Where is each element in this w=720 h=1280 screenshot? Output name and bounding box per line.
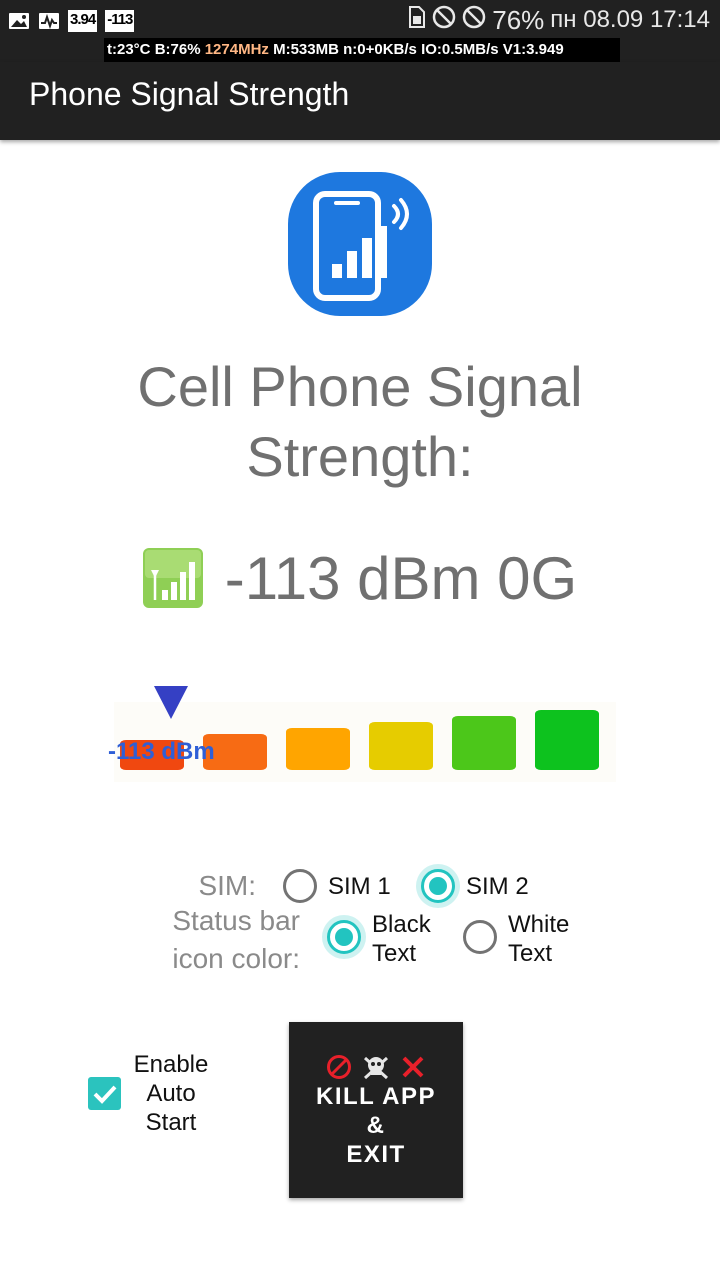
white-text-label[interactable]: White Text <box>508 910 588 968</box>
page-heading: Cell Phone Signal Strength: <box>137 355 583 488</box>
skull-crossbones-icon <box>362 1054 390 1084</box>
app-bar: Phone Signal Strength <box>0 62 720 140</box>
overlay-battery: B:76% <box>154 41 201 58</box>
meter-label: -113 dBm <box>108 738 215 765</box>
sim-label: SIM: <box>198 870 256 901</box>
white-text-radio[interactable] <box>463 920 497 954</box>
signal-badge: -113 <box>105 10 135 32</box>
app-logo-icon <box>288 172 432 316</box>
overlay-io: IO:0.5MB/s <box>421 41 499 58</box>
signal-reading-row: -113 dBm 0G <box>0 540 720 616</box>
signal-meter: -113 dBm <box>100 680 620 790</box>
blocked-icon <box>462 5 486 36</box>
sim2-label[interactable]: SIM 2 <box>466 872 529 901</box>
overlay-temp: t:23°C <box>107 41 151 58</box>
activity-icon <box>38 11 60 31</box>
sim1-label[interactable]: SIM 1 <box>328 872 391 901</box>
meter-bar-6 <box>535 710 599 770</box>
auto-start-checkbox[interactable] <box>88 1077 121 1110</box>
signal-reading: -113 dBm 0G <box>224 544 578 612</box>
cross-mark-icon <box>400 1054 426 1084</box>
do-not-disturb-icon <box>432 5 456 36</box>
sim-icon <box>406 5 426 36</box>
signal-bars-icon <box>142 548 203 608</box>
overlay-version: V1:3.949 <box>502 41 564 58</box>
icon-color-label: Status bar icon color: <box>172 905 300 974</box>
overlay-cpu: 1274MHz <box>204 41 269 58</box>
kill-app-exit-button[interactable]: KILL APP & EXIT <box>289 1022 463 1198</box>
overlay-network: n:0+0KB/s <box>343 41 417 58</box>
kill-icons <box>289 1054 463 1084</box>
overlay-memory: M:533MB <box>273 41 339 58</box>
meter-bar-4 <box>369 722 433 770</box>
battery-percent: 76% <box>492 4 545 35</box>
black-text-radio[interactable] <box>327 920 361 954</box>
prohibited-icon <box>326 1054 352 1084</box>
meter-bar-3 <box>286 728 350 770</box>
image-icon <box>8 11 30 31</box>
sim1-radio[interactable] <box>283 869 317 903</box>
sim2-radio[interactable] <box>421 869 455 903</box>
black-text-label[interactable]: Black Text <box>372 910 452 968</box>
date-time: пн 08.09 17:14 <box>550 6 710 33</box>
auto-start-label[interactable]: Enable Auto Start <box>128 1050 214 1137</box>
status-bar-right: 76% пн 08.09 17:14 <box>406 4 710 36</box>
system-monitor-overlay: t:23°C B:76% 1274MHz M:533MB n:0+0KB/s I… <box>104 38 620 62</box>
checkmark-icon <box>93 1085 117 1104</box>
meter-bar-5 <box>452 716 516 770</box>
status-bar-left: 3.94 -113 <box>8 6 135 36</box>
app-title: Phone Signal Strength <box>29 76 350 112</box>
kill-app-label: KILL APP & EXIT <box>315 1083 436 1168</box>
cpu-badge: 3.94 <box>68 10 98 32</box>
meter-pointer-icon <box>154 686 188 719</box>
